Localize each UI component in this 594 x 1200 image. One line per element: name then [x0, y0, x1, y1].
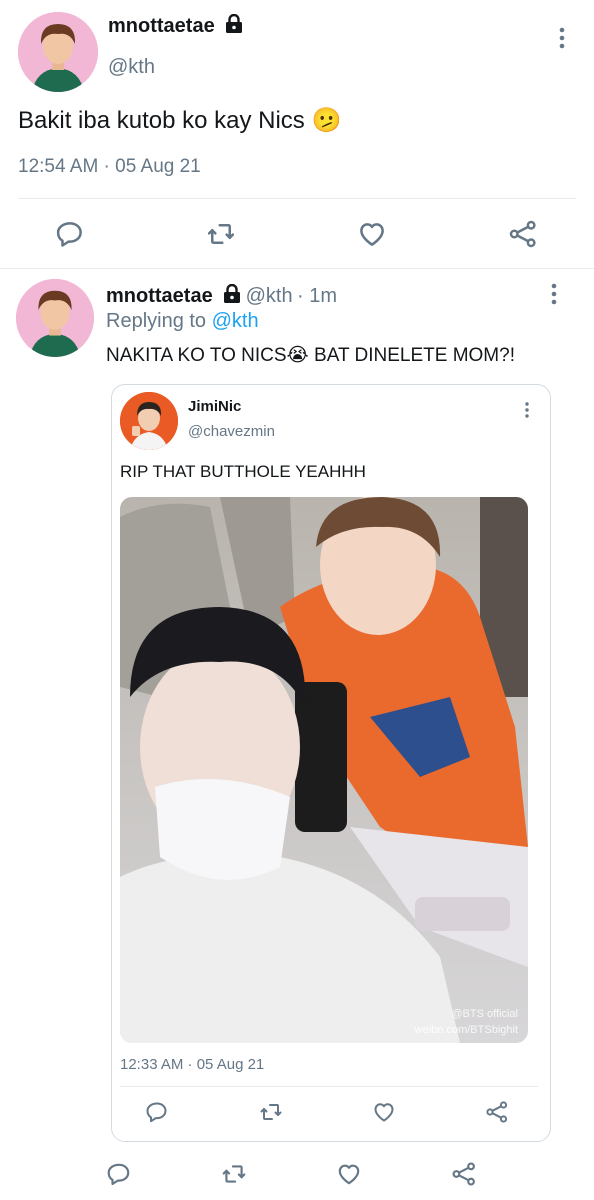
- more-vertical-icon[interactable]: [520, 400, 534, 425]
- reply-icon[interactable]: [142, 1094, 172, 1130]
- retweet-icon[interactable]: [256, 1094, 286, 1130]
- main-avatar[interactable]: [18, 12, 98, 92]
- main-handle[interactable]: @kth: [108, 56, 155, 79]
- photo-watermark-line2: weibo.com/BTSbighit: [414, 1024, 518, 1036]
- replying-to: Replying to @kth: [106, 310, 259, 332]
- share-icon[interactable]: [482, 1094, 512, 1130]
- quoted-tweet-text: RIP THAT BUTTHOLE YEAHHH: [120, 462, 366, 481]
- quoted-timestamp[interactable]: 12:33 AM · 05 Aug 21: [120, 1056, 264, 1073]
- divider: [120, 1086, 538, 1087]
- heart-icon[interactable]: [331, 1156, 367, 1192]
- lock-icon: [223, 283, 241, 309]
- reply-age: · 1m: [297, 285, 338, 307]
- reply-tweet-text: NAKITA KO TO NICS😭 BAT DINELETE MOM?!: [106, 345, 515, 366]
- divider: [0, 268, 594, 269]
- quoted-avatar[interactable]: [120, 392, 178, 450]
- share-icon[interactable]: [446, 1156, 482, 1192]
- main-display-name[interactable]: mnottaetae: [108, 15, 215, 37]
- share-icon[interactable]: [505, 216, 541, 252]
- retweet-icon[interactable]: [203, 216, 239, 252]
- heart-icon[interactable]: [354, 216, 390, 252]
- divider: [18, 198, 576, 199]
- retweet-icon[interactable]: [216, 1156, 252, 1192]
- quoted-handle[interactable]: @chavezmin: [188, 423, 275, 440]
- more-vertical-icon[interactable]: [544, 280, 564, 313]
- reply-icon[interactable]: [52, 216, 88, 252]
- quoted-photo[interactable]: @BTS official weibo.com/BTSbighit: [120, 497, 528, 1043]
- reply-display-name[interactable]: mnottaetae: [106, 285, 213, 307]
- reply-icon[interactable]: [101, 1156, 137, 1192]
- heart-icon[interactable]: [369, 1094, 399, 1130]
- photo-watermark-line1: @BTS official: [451, 1008, 518, 1020]
- emoji: 🫤: [311, 107, 342, 134]
- reply-handle[interactable]: @kth: [246, 285, 293, 307]
- main-timestamp[interactable]: 12:54 AM · 05 Aug 21: [18, 156, 201, 178]
- more-vertical-icon[interactable]: [552, 24, 572, 57]
- replying-to-link[interactable]: @kth: [212, 310, 259, 332]
- lock-icon: [225, 13, 243, 39]
- main-tweet-text: Bakit iba kutob ko kay Nics 🫤: [18, 107, 342, 134]
- quoted-display-name[interactable]: JimiNic: [188, 398, 241, 415]
- reply-avatar[interactable]: [16, 279, 94, 357]
